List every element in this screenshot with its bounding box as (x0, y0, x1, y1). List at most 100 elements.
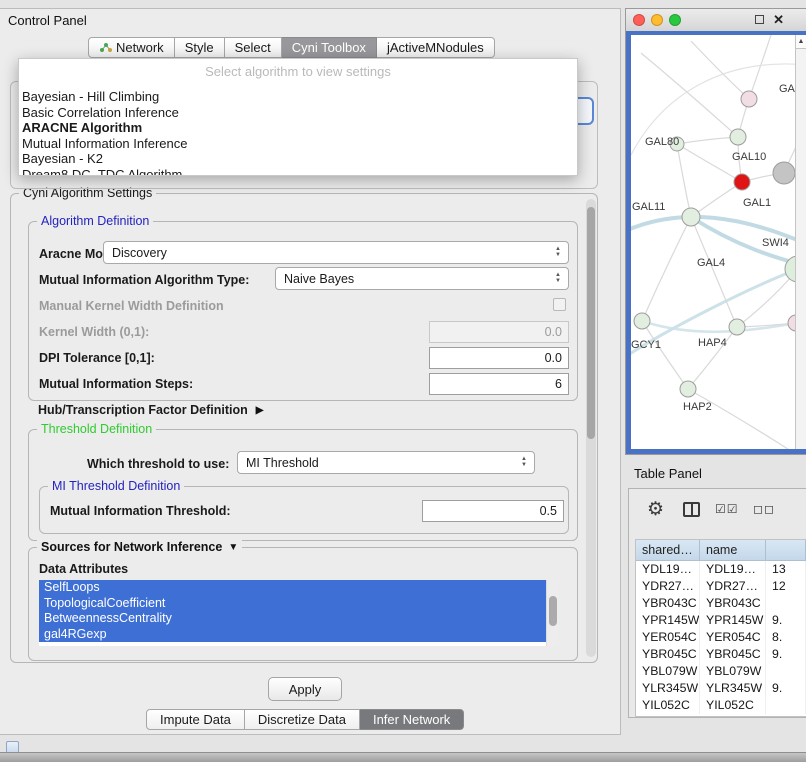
network-edge (677, 144, 691, 217)
select-columns-icon[interactable]: ☑☑ (715, 502, 739, 516)
data-attributes-list[interactable]: SelfLoopsTopologicalCoefficientBetweenne… (39, 580, 559, 646)
network-node[interactable] (634, 313, 650, 329)
network-node-label: HAP4 (698, 337, 727, 349)
sources-title: Sources for Network Inference (41, 540, 222, 555)
network-node-label: GAL4 (697, 257, 725, 269)
table-row[interactable]: YIL052CYIL052C (636, 697, 806, 714)
algorithm-definition-group: Algorithm Definition Aracne Mode: Discov… (28, 221, 578, 401)
network-node-label: SWI4 (762, 237, 789, 249)
threshold-definition-group: Threshold Definition Which threshold to … (28, 429, 578, 541)
apply-button[interactable]: Apply (268, 677, 342, 701)
tab-style[interactable]: Style (175, 37, 225, 58)
dropdown-item-mutual-information-inference[interactable]: Mutual Information Inference (19, 136, 577, 152)
column-header-name[interactable]: name (700, 540, 766, 560)
desktop: Control Panel NetworkStyleSelectCyni Too… (0, 0, 806, 762)
table-cell: 9. (766, 612, 806, 629)
column-header-shared-[interactable]: shared… (636, 540, 700, 560)
network-node-label: GAL10 (732, 151, 766, 163)
network-node-label: GAL80 (645, 136, 679, 148)
dpi-tolerance-input[interactable]: 0.0 (429, 347, 569, 369)
network-edge (641, 53, 738, 137)
settings-scrollbar-thumb[interactable] (587, 207, 595, 439)
spin-down-icon: ▼ (553, 252, 563, 258)
which-threshold-value: MI Threshold (246, 456, 319, 470)
table-cell: YPR145W (700, 612, 766, 629)
hub-definition-expander[interactable]: Hub/Transcription Factor Definition ▶ (38, 403, 263, 417)
attributes-scrollbar[interactable] (546, 580, 559, 646)
deselect-columns-icon[interactable]: ◻◻ (753, 502, 775, 516)
mi-steps-label: Mutual Information Steps: (39, 377, 193, 391)
columns-icon[interactable] (683, 502, 700, 517)
table-cell: 13 (766, 561, 806, 578)
bottom-tab-infer-network[interactable]: Infer Network (360, 709, 464, 730)
zoom-traffic-light[interactable] (669, 14, 681, 26)
tab-cyni-toolbox[interactable]: Cyni Toolbox (282, 37, 377, 58)
table-toolbar: ⚙ ☑☑ ◻◻ (629, 489, 806, 539)
tab-label: Network (116, 40, 164, 55)
attribute-table[interactable]: shared…name YDL19…YDL19…13YDR27…YDR27…12… (635, 539, 806, 717)
scroll-up-icon[interactable]: ▲ (796, 35, 806, 49)
table-row[interactable]: YBR043CYBR043C (636, 595, 806, 612)
combo-stepper-icon: ▲ ▼ (553, 272, 563, 284)
network-node[interactable] (730, 129, 746, 145)
attribute-item-gal4rgexp[interactable]: gal4RGexp (39, 627, 546, 643)
close-window-icon[interactable]: ✕ (773, 12, 784, 28)
close-traffic-light[interactable] (633, 14, 645, 26)
table-cell: YBL079W (636, 663, 700, 680)
table-row[interactable]: YBR045CYBR045C9. (636, 646, 806, 663)
dropdown-item-bayesian-k2[interactable]: Bayesian - K2 (19, 151, 577, 167)
network-node[interactable] (729, 319, 745, 335)
dropdown-item-basic-correlation-inference[interactable]: Basic Correlation Inference (19, 105, 577, 121)
manual-kernel-width-label: Manual Kernel Width Definition (39, 299, 224, 313)
dropdown-item-bayesian-hill-climbing[interactable]: Bayesian - Hill Climbing (19, 89, 577, 105)
network-node[interactable] (734, 174, 750, 190)
attribute-item-betweennesscentrality[interactable]: BetweennessCentrality (39, 611, 546, 627)
attribute-item-topologicalcoefficient[interactable]: TopologicalCoefficient (39, 596, 546, 612)
mi-threshold-input[interactable]: 0.5 (422, 500, 564, 522)
hub-definition-label: Hub/Transcription Factor Definition (38, 403, 248, 417)
dropdown-item-dream8-dc-tdc-algorithm[interactable]: Dream8 DC_TDC Algorithm (19, 167, 577, 177)
manual-kernel-width-checkbox (553, 298, 566, 311)
network-node[interactable] (773, 162, 795, 184)
table-row[interactable]: YDL19…YDL19…13 (636, 561, 806, 578)
table-row[interactable]: YBL079WYBL079W (636, 663, 806, 680)
aracne-mode-select[interactable]: Discovery ▲ ▼ (103, 241, 569, 264)
network-node[interactable] (741, 91, 757, 107)
dropdown-item-aracne-algorithm[interactable]: ARACNE Algorithm (19, 120, 577, 136)
network-node[interactable] (682, 208, 700, 226)
table-cell: YER054C (636, 629, 700, 646)
bottom-tab-impute-data[interactable]: Impute Data (146, 709, 245, 730)
settings-scrollbar[interactable] (586, 199, 596, 657)
gear-icon[interactable]: ⚙ (647, 498, 664, 521)
attributes-scrollbar-thumb[interactable] (549, 596, 557, 626)
mi-algorithm-type-select[interactable]: Naive Bayes ▲ ▼ (275, 267, 569, 290)
network-canvas[interactable]: GAL8GAL80GAL10GAL11GAL1SWI4GAL4GCY1HAP4H… (631, 35, 806, 449)
table-row[interactable]: YDR27…YDR27…12 (636, 578, 806, 595)
network-canvas-svg: GAL8GAL80GAL10GAL11GAL1SWI4GAL4GCY1HAP4H… (631, 35, 806, 449)
which-threshold-label: Which threshold to use: (87, 457, 229, 471)
tab-network[interactable]: Network (88, 37, 175, 58)
column-header-extra[interactable] (766, 540, 806, 560)
mi-steps-input[interactable]: 6 (429, 373, 569, 395)
table-row[interactable]: YLR345WYLR345W9. (636, 680, 806, 697)
sources-expander[interactable]: Sources for Network Inference ▼ (37, 540, 242, 555)
minimize-traffic-light[interactable] (651, 14, 663, 26)
table-row[interactable]: YER054CYER054C8. (636, 629, 806, 646)
table-row[interactable]: YPR145WYPR145W9. (636, 612, 806, 629)
tab-jactivemnodules[interactable]: jActiveMNodules (377, 37, 495, 58)
attribute-item-selfloops[interactable]: SelfLoops (39, 580, 546, 596)
table-cell: YBR043C (636, 595, 700, 612)
bottom-tab-discretize-data[interactable]: Discretize Data (245, 709, 360, 730)
tab-label: Style (185, 40, 214, 55)
threshold-definition-title: Threshold Definition (37, 422, 156, 437)
network-vertical-scrollbar[interactable]: ▲ (795, 35, 806, 449)
network-tab-icon (99, 42, 112, 53)
which-threshold-select[interactable]: MI Threshold ▲ ▼ (237, 451, 535, 474)
network-node[interactable] (680, 381, 696, 397)
table-cell: YPR145W (636, 612, 700, 629)
tab-select[interactable]: Select (225, 37, 282, 58)
float-window-icon[interactable] (755, 15, 764, 24)
network-window-titlebar[interactable]: ✕ (626, 9, 806, 32)
spin-down-icon: ▼ (553, 278, 563, 284)
aracne-mode-value: Discovery (112, 246, 167, 260)
